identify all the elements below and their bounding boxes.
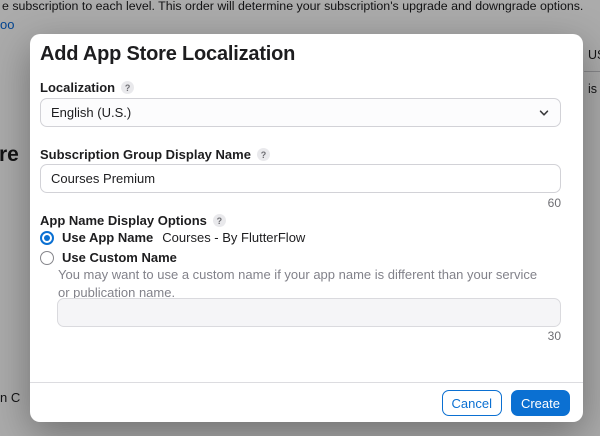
app-name-options-label: App Name Display Options (40, 213, 207, 228)
localization-label: Localization (40, 80, 115, 95)
help-icon[interactable]: ? (257, 148, 270, 161)
radio-button-use-custom-name[interactable] (40, 251, 54, 265)
use-app-name-option[interactable]: Use App Name Courses - By FlutterFlow (40, 230, 305, 245)
custom-name-description: You may want to use a custom name if you… (58, 266, 550, 302)
dialog-title: Add App Store Localization (40, 43, 295, 66)
group-name-char-counter: 60 (548, 196, 561, 210)
localization-select-value: English (U.S.) (51, 105, 131, 120)
help-icon[interactable]: ? (213, 214, 226, 227)
footer-divider (30, 382, 583, 383)
app-name-value: Courses - By FlutterFlow (162, 230, 305, 245)
add-app-store-localization-dialog: Add App Store Localization Localization … (30, 34, 583, 422)
create-button[interactable]: Create (511, 390, 570, 416)
radio-button-use-app-name[interactable] (40, 231, 54, 245)
use-custom-name-label: Use Custom Name (62, 250, 177, 265)
custom-name-input[interactable] (57, 298, 561, 327)
group-display-name-label: Subscription Group Display Name (40, 147, 251, 162)
screen: e subscription to each level. This order… (0, 0, 600, 436)
help-icon[interactable]: ? (121, 81, 134, 94)
dialog-footer: Cancel Create (442, 390, 571, 416)
cancel-button[interactable]: Cancel (442, 390, 502, 416)
custom-name-char-counter: 30 (548, 329, 561, 343)
use-custom-name-option[interactable]: Use Custom Name (40, 250, 177, 265)
app-name-options-label-row: App Name Display Options ? (40, 213, 226, 228)
localization-select[interactable]: English (U.S.) (40, 98, 561, 127)
use-app-name-label: Use App Name (62, 230, 153, 245)
localization-label-row: Localization ? (40, 80, 134, 95)
chevron-down-icon (538, 107, 550, 119)
group-display-name-label-row: Subscription Group Display Name ? (40, 147, 270, 162)
group-display-name-input[interactable] (40, 164, 561, 193)
